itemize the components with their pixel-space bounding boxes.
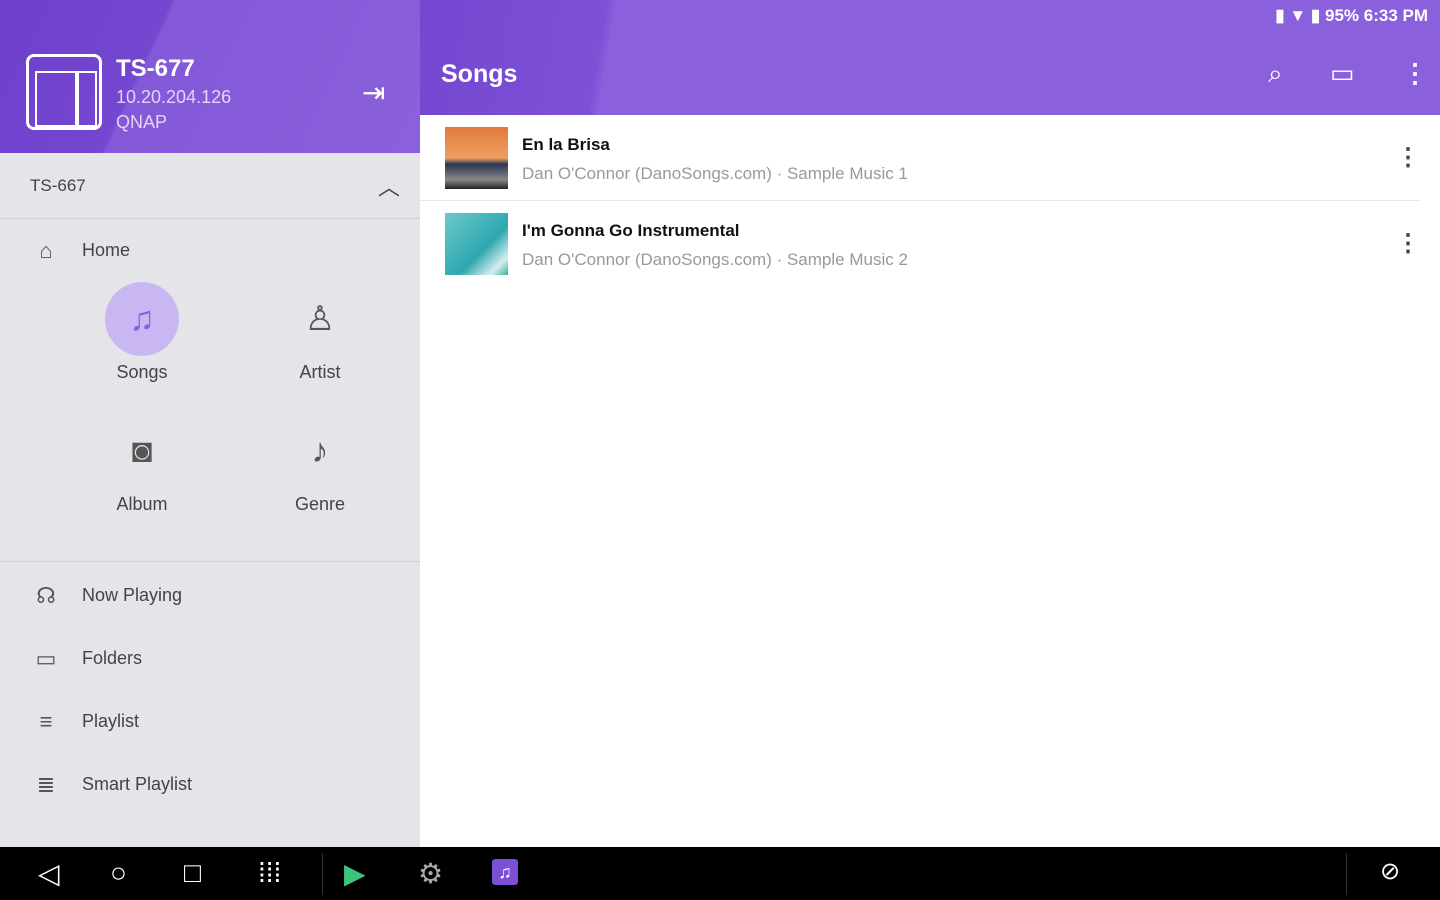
album-art bbox=[445, 127, 508, 189]
guitar-icon: ♪ bbox=[311, 431, 329, 470]
song-title: En la Brisa bbox=[522, 135, 610, 154]
notification-icon[interactable]: ⊘ bbox=[1380, 857, 1400, 886]
song-subtitle: Dan O'Connor (DanoSongs.com) · Sample Mu… bbox=[522, 164, 908, 183]
page-title: Songs bbox=[441, 60, 518, 88]
app-bar: ▮ ▼ ▮ 95% 6:33 PM Songs ⌕ ▭ ⋮ bbox=[420, 0, 1440, 115]
divider bbox=[322, 853, 323, 895]
category-label: Genre bbox=[294, 494, 346, 514]
category-label: Album bbox=[116, 494, 168, 514]
server-name: TS-667 bbox=[30, 175, 86, 195]
song-list: En la Brisa Dan O'Connor (DanoSongs.com)… bbox=[420, 115, 1440, 287]
sidebar-item-label: Playlist bbox=[82, 711, 140, 731]
album-icon: ◙ bbox=[131, 431, 153, 470]
songs-icon: ♫ bbox=[105, 282, 179, 356]
home-icon: ⌂ bbox=[39, 237, 53, 263]
playlist-icon: ≡ bbox=[39, 708, 53, 734]
server-selector[interactable]: TS-667 ︿ bbox=[0, 153, 420, 219]
clock: 6:33 PM bbox=[1363, 6, 1428, 25]
sidebar-item-label: Home bbox=[82, 240, 131, 260]
song-row[interactable]: En la Brisa Dan O'Connor (DanoSongs.com)… bbox=[420, 115, 1420, 201]
chevron-up-icon: ︿ bbox=[377, 174, 400, 200]
navigation-drawer: TS-677 10.20.204.126 QNAP ⇥ TS-667 ︿ ⌂ Ho… bbox=[0, 0, 420, 847]
category-label: Artist bbox=[299, 362, 341, 382]
headphones-icon: ☊ bbox=[36, 582, 56, 608]
sidebar-item-home[interactable]: ⌂ Home bbox=[0, 219, 420, 282]
song-subtitle: Dan O'Connor (DanoSongs.com) · Sample Mu… bbox=[522, 250, 908, 269]
more-options-icon[interactable]: ⋮ bbox=[1402, 58, 1428, 89]
sidebar-item-label: Smart Playlist bbox=[82, 774, 193, 794]
category-artist[interactable]: ♙ Artist bbox=[260, 282, 380, 383]
sidebar-item-label: Now Playing bbox=[82, 585, 183, 605]
home-button-icon[interactable]: ○ bbox=[110, 857, 127, 889]
song-more-icon[interactable]: ⋮ bbox=[1396, 143, 1420, 172]
apps-grid-icon[interactable]: ⁞⁞⁞ bbox=[258, 857, 281, 889]
category-grid: ♫ Songs ♙ Artist ◙ Album ♪ Genre bbox=[0, 282, 420, 562]
device-ip: 10.20.204.126 bbox=[116, 87, 232, 107]
battery-level: 95% bbox=[1324, 6, 1360, 25]
recents-icon[interactable]: □ bbox=[184, 857, 201, 889]
album-art bbox=[445, 213, 508, 275]
smart-playlist-icon: ≣ bbox=[36, 771, 56, 797]
song-title: I'm Gonna Go Instrumental bbox=[522, 221, 740, 240]
cast-icon[interactable]: ▭ bbox=[1330, 58, 1355, 89]
drawer-header: TS-677 10.20.204.126 QNAP ⇥ bbox=[0, 0, 420, 153]
device-brand: QNAP bbox=[116, 112, 168, 132]
sidebar-item-now-playing[interactable]: ☊ Now Playing bbox=[0, 564, 420, 627]
device-name: TS-677 bbox=[116, 55, 195, 82]
music-app-icon[interactable]: ♫ bbox=[492, 859, 518, 885]
status-bar: ▮ ▼ ▮ 95% 6:33 PM bbox=[1275, 6, 1428, 25]
system-nav-bar: ◁ ○ □ ⁞⁞⁞ ▶ ⚙ ♫ ⊘ bbox=[0, 847, 1440, 900]
song-row[interactable]: I'm Gonna Go Instrumental Dan O'Connor (… bbox=[420, 201, 1420, 287]
sidebar-item-folders[interactable]: ▭ Folders bbox=[0, 627, 420, 690]
category-album[interactable]: ◙ Album bbox=[82, 414, 202, 515]
nas-device-icon bbox=[26, 54, 102, 130]
category-label: Songs bbox=[116, 362, 168, 382]
play-store-icon[interactable]: ▶ bbox=[344, 857, 366, 890]
sidebar-item-label: Folders bbox=[82, 648, 143, 668]
category-genre[interactable]: ♪ Genre bbox=[260, 414, 380, 515]
search-icon[interactable]: ⌕ bbox=[1268, 58, 1283, 90]
logout-icon[interactable]: ⇥ bbox=[362, 76, 385, 109]
settings-icon[interactable]: ⚙ bbox=[418, 857, 443, 890]
sidebar-item-smart-playlist[interactable]: ≣ Smart Playlist bbox=[0, 753, 420, 816]
category-songs[interactable]: ♫ Songs bbox=[82, 282, 202, 383]
folder-icon: ▭ bbox=[35, 645, 57, 671]
divider bbox=[1346, 853, 1347, 895]
song-more-icon[interactable]: ⋮ bbox=[1396, 229, 1420, 258]
artist-icon: ♙ bbox=[304, 300, 336, 338]
back-icon[interactable]: ◁ bbox=[38, 857, 60, 890]
sidebar-item-playlist[interactable]: ≡ Playlist bbox=[0, 690, 420, 753]
